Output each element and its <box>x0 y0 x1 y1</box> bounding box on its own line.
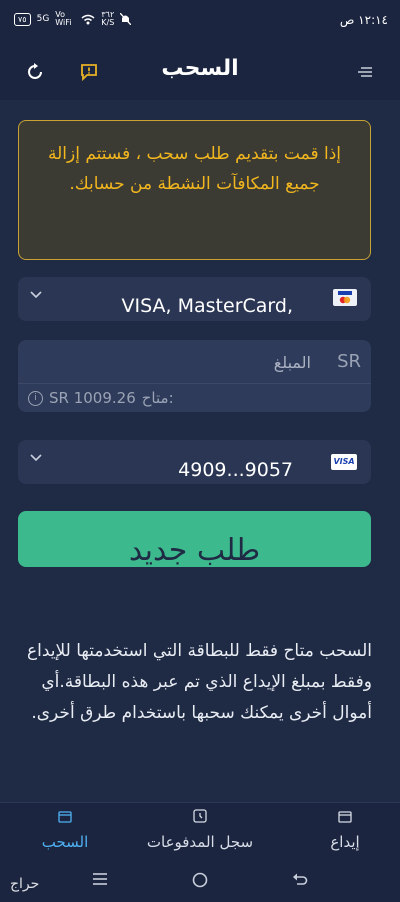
clock-icon <box>193 809 207 823</box>
warning-text: إذا قمت بتقديم طلب سحب ، فستتم إزالة جمي… <box>48 144 341 194</box>
withdraw-icon <box>58 811 72 823</box>
nav-withdraw-label: السحب <box>41 833 89 851</box>
page-title: السحب <box>161 56 239 81</box>
nav-deposit-label: إيداع <box>330 833 360 851</box>
withdrawal-note: السحب متاح فقط للبطاقة التي استخدمتها لل… <box>26 641 372 723</box>
new-request-label: طلب جديد <box>128 533 261 567</box>
currency-label: SR <box>337 351 361 372</box>
info-icon: i <box>28 390 43 406</box>
status-bar: ٧٥ 5G Vo WiFi ٣٦٢ K/S ١٢:١٤ ص <box>0 0 400 42</box>
new-request-button[interactable]: طلب جديد <box>18 511 371 567</box>
card-number-value: 4909...9057 <box>178 459 293 481</box>
available-balance: i SR 1009.26 متاح: <box>18 383 371 412</box>
warning-banner: إذا قمت بتقديم طلب سحب ، فستتم إزالة جمي… <box>18 120 371 260</box>
payment-method-select[interactable]: VISA, MasterCard, <box>18 277 371 321</box>
battery-icon: ٧٥ <box>14 12 31 26</box>
home-icon[interactable] <box>192 872 208 888</box>
app-bar: السحب <box>0 42 400 100</box>
network-label: 5G <box>36 14 50 24</box>
back-icon[interactable] <box>292 872 308 886</box>
visa-icon: VISA <box>331 454 357 470</box>
available-value: SR 1009.26 <box>49 389 136 407</box>
menu-button[interactable] <box>352 59 378 85</box>
amount-field[interactable]: SR المبلغ i SR 1009.26 متاح: <box>18 340 371 412</box>
nav-payment-history[interactable]: سجل المدفوعات <box>140 809 260 851</box>
nav-payment-history-label: سجل المدفوعات <box>146 833 254 851</box>
available-label: متاح: <box>141 389 174 407</box>
menu-icon <box>358 67 372 77</box>
speed-unit: K/S <box>101 18 115 27</box>
bottom-nav: إيداع سجل المدفوعات السحب <box>0 802 400 861</box>
card-select[interactable]: 4909...9057 VISA <box>18 440 371 484</box>
status-indicators: ٧٥ 5G Vo WiFi ٣٦٢ K/S <box>14 10 132 27</box>
status-time: ١٢:١٤ ص <box>339 13 388 27</box>
mute-bell-icon <box>120 13 132 25</box>
payment-method-value: VISA, MasterCard, <box>121 295 293 317</box>
nav-deposit[interactable]: إيداع <box>310 809 380 851</box>
recent-apps-icon[interactable] <box>92 872 108 886</box>
amount-input[interactable]: المبلغ <box>274 353 311 372</box>
nav-withdraw[interactable]: السحب <box>30 809 100 851</box>
speed-readout: ٣٦٢ K/S <box>101 11 114 27</box>
wifi-icon <box>81 14 95 24</box>
system-nav-bar <box>0 860 400 902</box>
card-logos-icon <box>333 289 357 306</box>
volte-label: Vo WiFi <box>55 10 72 27</box>
deposit-icon <box>338 811 352 823</box>
watermark-logo: حراج <box>10 876 40 892</box>
